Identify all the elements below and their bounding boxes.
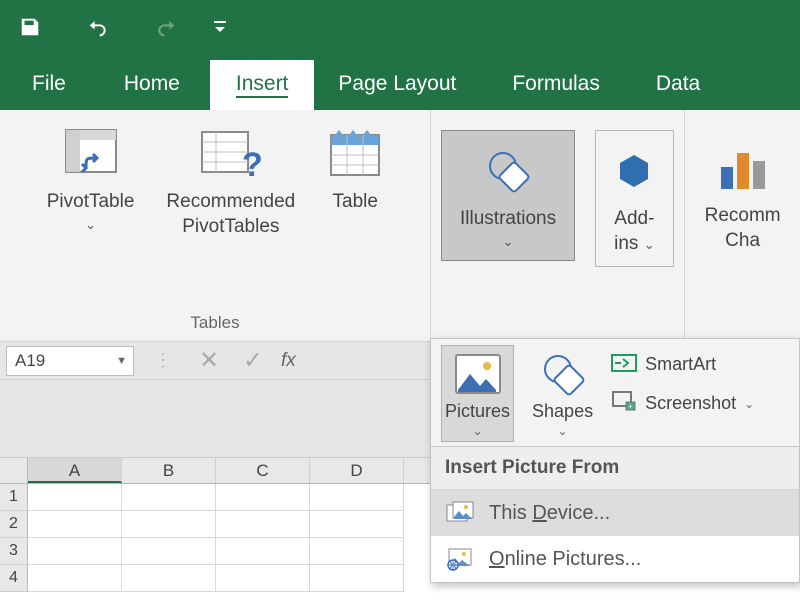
ribbon-group-charts: RecommCha [685, 110, 787, 341]
customize-qat-icon[interactable] [208, 15, 232, 39]
illustrations-label: Illustrations [460, 207, 556, 232]
tab-home[interactable]: Home [100, 60, 210, 110]
group-label-tables: Tables [190, 309, 239, 341]
this-device-item[interactable]: This Device... [431, 490, 799, 536]
device-picture-icon [445, 500, 475, 526]
illustrations-button[interactable]: Illustrations ⌄ [441, 130, 575, 261]
chevron-down-icon[interactable]: ▼ [116, 355, 127, 367]
pivottable-label: PivotTable [47, 190, 135, 215]
chevron-down-icon: ⌄ [503, 234, 514, 250]
shapes-button[interactable]: Shapes ⌄ [528, 345, 597, 442]
tab-data[interactable]: Data [628, 60, 724, 110]
confirm-icon[interactable]: ✓ [231, 346, 275, 375]
chevron-down-icon: ⌄ [85, 217, 96, 233]
row-header[interactable]: 1 [0, 484, 28, 511]
redo-icon[interactable] [154, 15, 178, 39]
quick-access-toolbar [0, 0, 800, 54]
col-header-c[interactable]: C [216, 458, 310, 483]
pivottable-icon [62, 124, 120, 184]
cancel-icon[interactable]: ✕ [187, 346, 231, 375]
shapes-icon [535, 349, 591, 399]
insert-picture-submenu: Insert Picture From This Device... Onlin… [431, 446, 799, 582]
pivottable-button[interactable]: PivotTable ⌄ [41, 116, 141, 241]
save-icon[interactable] [18, 15, 42, 39]
select-all-corner[interactable] [0, 458, 28, 483]
illustrations-icon [483, 141, 533, 201]
addins-icon [614, 141, 654, 201]
chevron-down-icon: ⌄ [472, 424, 482, 438]
svg-text:?: ? [242, 146, 263, 182]
ribbon-tabs: File Home Insert Page Layout Formulas Da… [0, 54, 800, 110]
recommended-charts-button[interactable]: RecommCha [699, 130, 787, 261]
chevron-down-icon: ⌄ [744, 397, 754, 411]
tab-file[interactable]: File [12, 60, 100, 110]
name-box[interactable]: A19 ▼ [6, 346, 134, 376]
online-picture-icon [445, 546, 475, 572]
screenshot-button[interactable]: + Screenshot ⌄ [611, 390, 754, 417]
table-label: Table [333, 190, 378, 215]
col-header-a[interactable]: A [28, 458, 122, 483]
online-pictures-item[interactable]: Online Pictures... [431, 536, 799, 582]
table-icon [327, 124, 383, 184]
smartart-button[interactable]: SmartArt [611, 351, 754, 378]
row-header[interactable]: 4 [0, 565, 28, 592]
ribbon: PivotTable ⌄ ? RecommendedPivotTables Ta… [0, 110, 800, 342]
ribbon-group-addins: Add-ins ⌄ [585, 110, 683, 341]
drag-handle-icon[interactable]: ⋮ [140, 350, 187, 371]
recommended-pivottables-button[interactable]: ? RecommendedPivotTables [160, 116, 301, 247]
submenu-header: Insert Picture From [431, 447, 799, 490]
row-header[interactable]: 2 [0, 511, 28, 538]
ribbon-group-tables: PivotTable ⌄ ? RecommendedPivotTables Ta… [0, 110, 430, 341]
recommended-pivottables-icon: ? [196, 124, 266, 184]
smartart-icon [611, 351, 637, 378]
pictures-button[interactable]: Pictures ⌄ [441, 345, 514, 442]
svg-text:+: + [628, 402, 633, 411]
col-header-d[interactable]: D [310, 458, 404, 483]
screenshot-icon: + [611, 390, 637, 417]
tab-insert[interactable]: Insert [210, 60, 315, 110]
ribbon-group-illustrations: Illustrations ⌄ [431, 110, 585, 341]
chart-icon [715, 138, 771, 198]
col-header-b[interactable]: B [122, 458, 216, 483]
table-button[interactable]: Table [321, 116, 389, 223]
fx-label[interactable]: fx [275, 350, 302, 372]
chevron-down-icon: ⌄ [558, 424, 568, 438]
illustrations-dropdown: Pictures ⌄ Shapes ⌄ SmartArt + Screensho… [430, 338, 800, 583]
pictures-icon [450, 349, 506, 399]
addins-button[interactable]: Add-ins ⌄ [595, 130, 673, 267]
tab-formulas[interactable]: Formulas [484, 60, 628, 110]
tab-page-layout[interactable]: Page Layout [314, 60, 484, 110]
row-header[interactable]: 3 [0, 538, 28, 565]
undo-icon[interactable] [86, 15, 110, 39]
